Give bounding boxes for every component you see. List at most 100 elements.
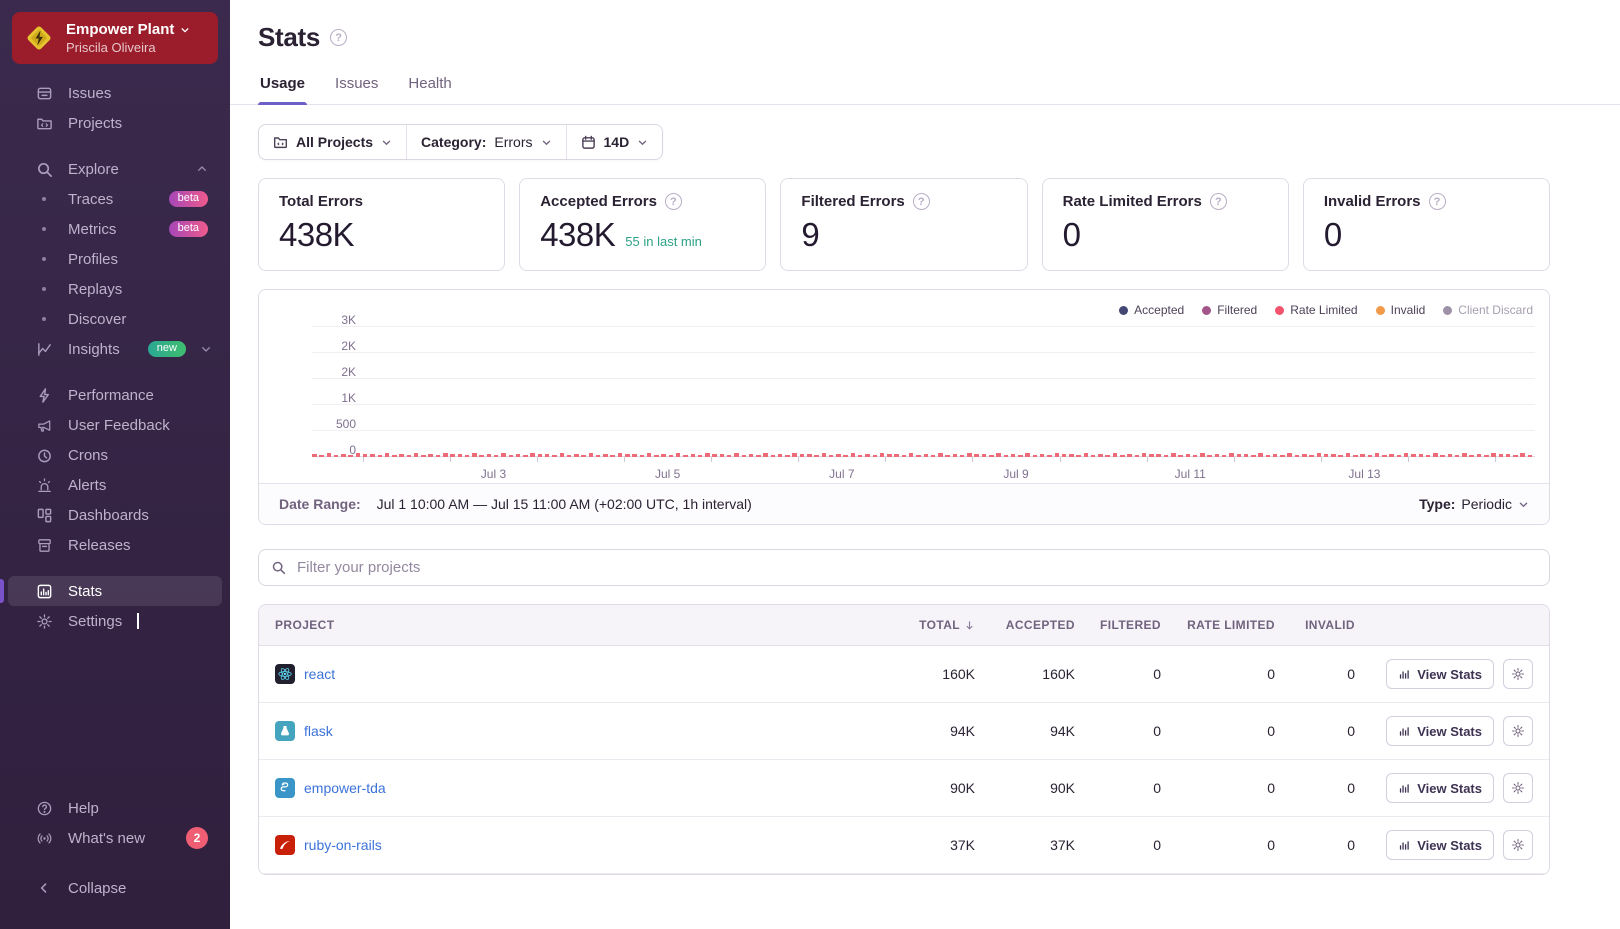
project-link[interactable]: ruby-on-rails <box>304 837 382 853</box>
sidebar-group: ExploreTracesbetaMetricsbetaProfilesRepl… <box>0 154 230 364</box>
legend-rate-limited[interactable]: Rate Limited <box>1275 303 1357 317</box>
bar-rate-limited-segment <box>640 455 645 457</box>
project-settings-button[interactable] <box>1503 830 1533 860</box>
tab-issues[interactable]: Issues <box>333 75 380 104</box>
bar <box>836 454 841 457</box>
x-axis-tick <box>1060 457 1061 462</box>
bar-rate-limited-segment <box>610 455 615 457</box>
column-header-label: TOTAL <box>919 618 960 632</box>
bar-rate-limited-segment <box>778 454 783 457</box>
bar <box>640 455 645 457</box>
bar <box>1520 453 1525 457</box>
view-stats-label: View Stats <box>1417 667 1482 682</box>
legend-client-discard[interactable]: Client Discard <box>1443 303 1533 317</box>
bar-rate-limited-segment <box>589 453 594 457</box>
legend-filtered[interactable]: Filtered <box>1202 303 1257 317</box>
view-stats-label: View Stats <box>1417 781 1482 796</box>
column-header-total[interactable]: TOTAL <box>879 618 975 632</box>
sidebar-item-discover[interactable]: Discover <box>8 304 222 334</box>
help-icon[interactable]: ? <box>1429 193 1446 210</box>
sidebar-item-crons[interactable]: Crons <box>8 440 222 470</box>
total-cell: 90K <box>879 780 975 796</box>
help-icon[interactable]: ? <box>1210 193 1227 210</box>
sidebar-item-profiles[interactable]: Profiles <box>8 244 222 274</box>
bar-rate-limited-segment <box>902 455 907 457</box>
bar <box>880 453 885 457</box>
bar-rate-limited-segment <box>1047 455 1052 457</box>
bar-rate-limited-segment <box>785 455 790 457</box>
bar <box>705 453 710 457</box>
bar-rate-limited-segment <box>1135 455 1140 457</box>
chevron-down-icon <box>637 137 648 148</box>
row-actions: View Stats <box>1355 830 1533 860</box>
bar-rate-limited-segment <box>1309 455 1314 457</box>
sidebar-item-performance[interactable]: Performance <box>8 380 222 410</box>
view-stats-button[interactable]: View Stats <box>1386 716 1494 746</box>
bar-rate-limited-segment <box>1506 454 1511 457</box>
project-link[interactable]: react <box>304 666 335 682</box>
sidebar-item-issues[interactable]: Issues <box>8 78 222 108</box>
x-axis-label: Jul 5 <box>655 467 680 481</box>
bar <box>1273 454 1278 457</box>
sidebar-item-dashboards[interactable]: Dashboards <box>8 500 222 530</box>
column-header-accepted[interactable]: ACCEPTED <box>975 618 1075 632</box>
view-stats-button[interactable]: View Stats <box>1386 659 1494 689</box>
help-icon <box>34 798 54 818</box>
x-axis-label: Jul 9 <box>1003 467 1028 481</box>
sidebar-item-settings[interactable]: Settings <box>8 606 222 636</box>
bar <box>945 455 950 457</box>
sidebar-item-projects[interactable]: Projects <box>8 108 222 138</box>
column-header-project[interactable]: PROJECT <box>275 618 879 632</box>
collapse-button[interactable]: Collapse <box>8 873 222 903</box>
category-filter-dropdown[interactable]: Category: Errors <box>406 125 565 159</box>
view-stats-button[interactable]: View Stats <box>1386 830 1494 860</box>
tab-health[interactable]: Health <box>406 75 453 104</box>
tab-usage[interactable]: Usage <box>258 75 307 104</box>
sidebar-item-replays[interactable]: Replays <box>8 274 222 304</box>
page-help-icon[interactable]: ? <box>330 29 347 46</box>
bar <box>1411 454 1416 457</box>
column-header-rate-limited[interactable]: RATE LIMITED <box>1161 618 1275 632</box>
bar <box>1513 455 1518 457</box>
project-link[interactable]: empower-tda <box>304 780 386 796</box>
bar-rate-limited-segment <box>938 453 943 457</box>
bar-rate-limited-segment <box>509 455 514 457</box>
bar-rate-limited-segment <box>1040 454 1045 457</box>
stat-card-title: Accepted Errors? <box>540 193 745 210</box>
project-filter-dropdown[interactable]: All Projects <box>259 125 406 159</box>
bar <box>989 455 994 457</box>
project-settings-button[interactable] <box>1503 716 1533 746</box>
column-header-invalid[interactable]: INVALID <box>1275 618 1355 632</box>
bar <box>691 454 696 457</box>
bar <box>982 454 987 457</box>
project-settings-button[interactable] <box>1503 659 1533 689</box>
bar-rate-limited-segment <box>705 453 710 457</box>
legend-accepted[interactable]: Accepted <box>1119 303 1184 317</box>
date-range-dropdown[interactable]: 14D <box>566 125 663 159</box>
org-switcher[interactable]: Empower Plant Priscila Oliveira <box>12 12 218 64</box>
project-settings-button[interactable] <box>1503 773 1533 803</box>
project-link[interactable]: flask <box>304 723 333 739</box>
help-icon[interactable]: ? <box>913 193 930 210</box>
sidebar-item-explore[interactable]: Explore <box>8 154 222 184</box>
sidebar-item-insights[interactable]: Insightsnew <box>8 334 222 364</box>
sidebar-item-releases[interactable]: Releases <box>8 530 222 560</box>
column-header-filtered[interactable]: FILTERED <box>1075 618 1161 632</box>
period-value: 14D <box>604 134 630 150</box>
chart-type-dropdown[interactable]: Type: Periodic <box>1419 496 1529 512</box>
sidebar-item-stats[interactable]: Stats <box>8 576 222 606</box>
help-icon[interactable]: ? <box>665 193 682 210</box>
bar <box>683 455 688 457</box>
sidebar-item-user-feedback[interactable]: User Feedback <box>8 410 222 440</box>
project-filter-value: All Projects <box>296 134 373 150</box>
sidebar-item-metrics[interactable]: Metricsbeta <box>8 214 222 244</box>
sidebar-item-help[interactable]: Help <box>8 793 222 823</box>
sidebar-item-alerts[interactable]: Alerts <box>8 470 222 500</box>
bar-rate-limited-segment <box>581 455 586 457</box>
search-input[interactable] <box>295 558 1537 577</box>
legend-invalid[interactable]: Invalid <box>1376 303 1426 317</box>
bar <box>800 454 805 457</box>
view-stats-button[interactable]: View Stats <box>1386 773 1494 803</box>
sidebar-item-what-s-new[interactable]: What's new2 <box>8 823 222 853</box>
sidebar-item-traces[interactable]: Tracesbeta <box>8 184 222 214</box>
